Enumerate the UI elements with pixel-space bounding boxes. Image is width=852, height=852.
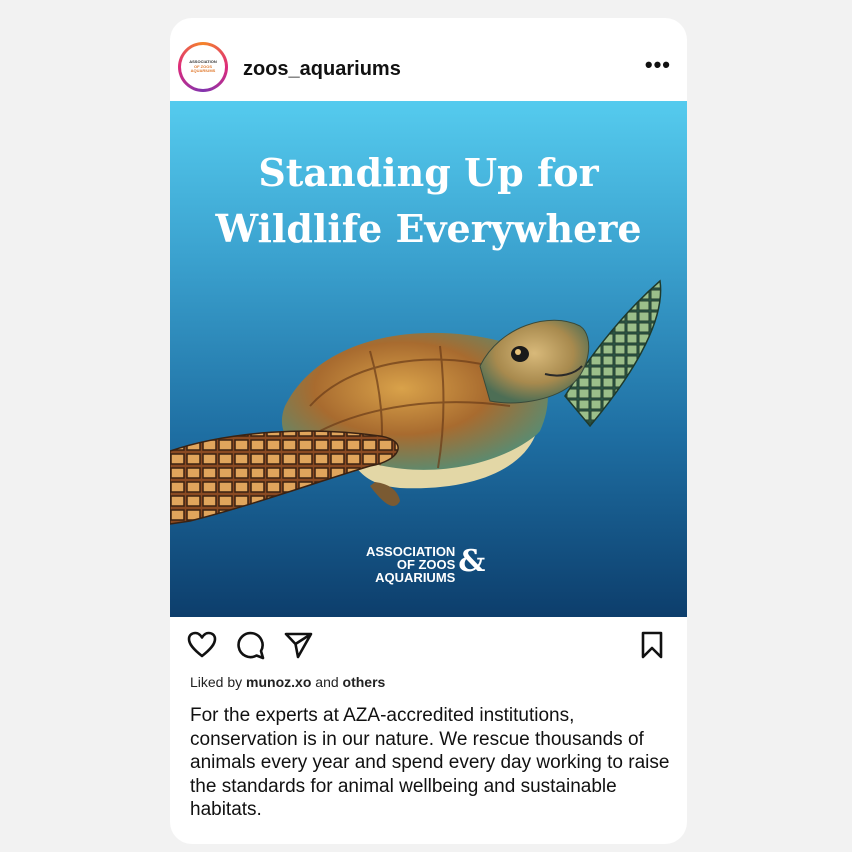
username[interactable]: zoos_aquariums <box>243 58 401 81</box>
liked-by-others[interactable]: others <box>343 674 386 690</box>
post-image[interactable]: Standing Up for Wildlife Everywhere ASSO… <box>170 101 687 617</box>
sea-turtle-illustration <box>170 279 662 525</box>
liked-by-user[interactable]: munoz.xo <box>246 674 311 690</box>
headline-line: Wildlife Everywhere <box>215 206 642 251</box>
likes-summary: Liked by munoz.xo and others <box>190 674 385 690</box>
action-bar <box>170 617 687 673</box>
post-card: ASSOCIATION OF ZOOS AQUARIUMS zoos_aquar… <box>170 18 687 844</box>
post-caption: For the experts at AZA-accredited instit… <box>190 705 670 820</box>
aza-logo: ASSOCIATION OF ZOOS AQUARIUMS & <box>366 545 485 585</box>
likes-prefix: Liked by <box>190 674 243 690</box>
post-header: ASSOCIATION OF ZOOS AQUARIUMS zoos_aquar… <box>170 18 687 101</box>
heart-icon[interactable] <box>186 629 218 661</box>
image-headline: Standing Up for Wildlife Everywhere <box>170 145 687 257</box>
comment-icon[interactable] <box>234 629 266 661</box>
likes-and: and <box>315 674 339 690</box>
more-options-icon[interactable]: ••• <box>645 52 671 78</box>
headline-line: Standing Up for <box>258 150 599 195</box>
brand-line: AQUARIUMS <box>375 570 456 585</box>
avatar-logo: ASSOCIATION OF ZOOS AQUARIUMS <box>181 45 225 89</box>
brand-ampersand: & <box>458 544 486 579</box>
share-icon[interactable] <box>282 629 314 661</box>
avatar[interactable]: ASSOCIATION OF ZOOS AQUARIUMS <box>178 42 228 92</box>
bookmark-icon[interactable] <box>636 629 668 661</box>
avatar-logo-line: AQUARIUMS <box>190 68 216 74</box>
